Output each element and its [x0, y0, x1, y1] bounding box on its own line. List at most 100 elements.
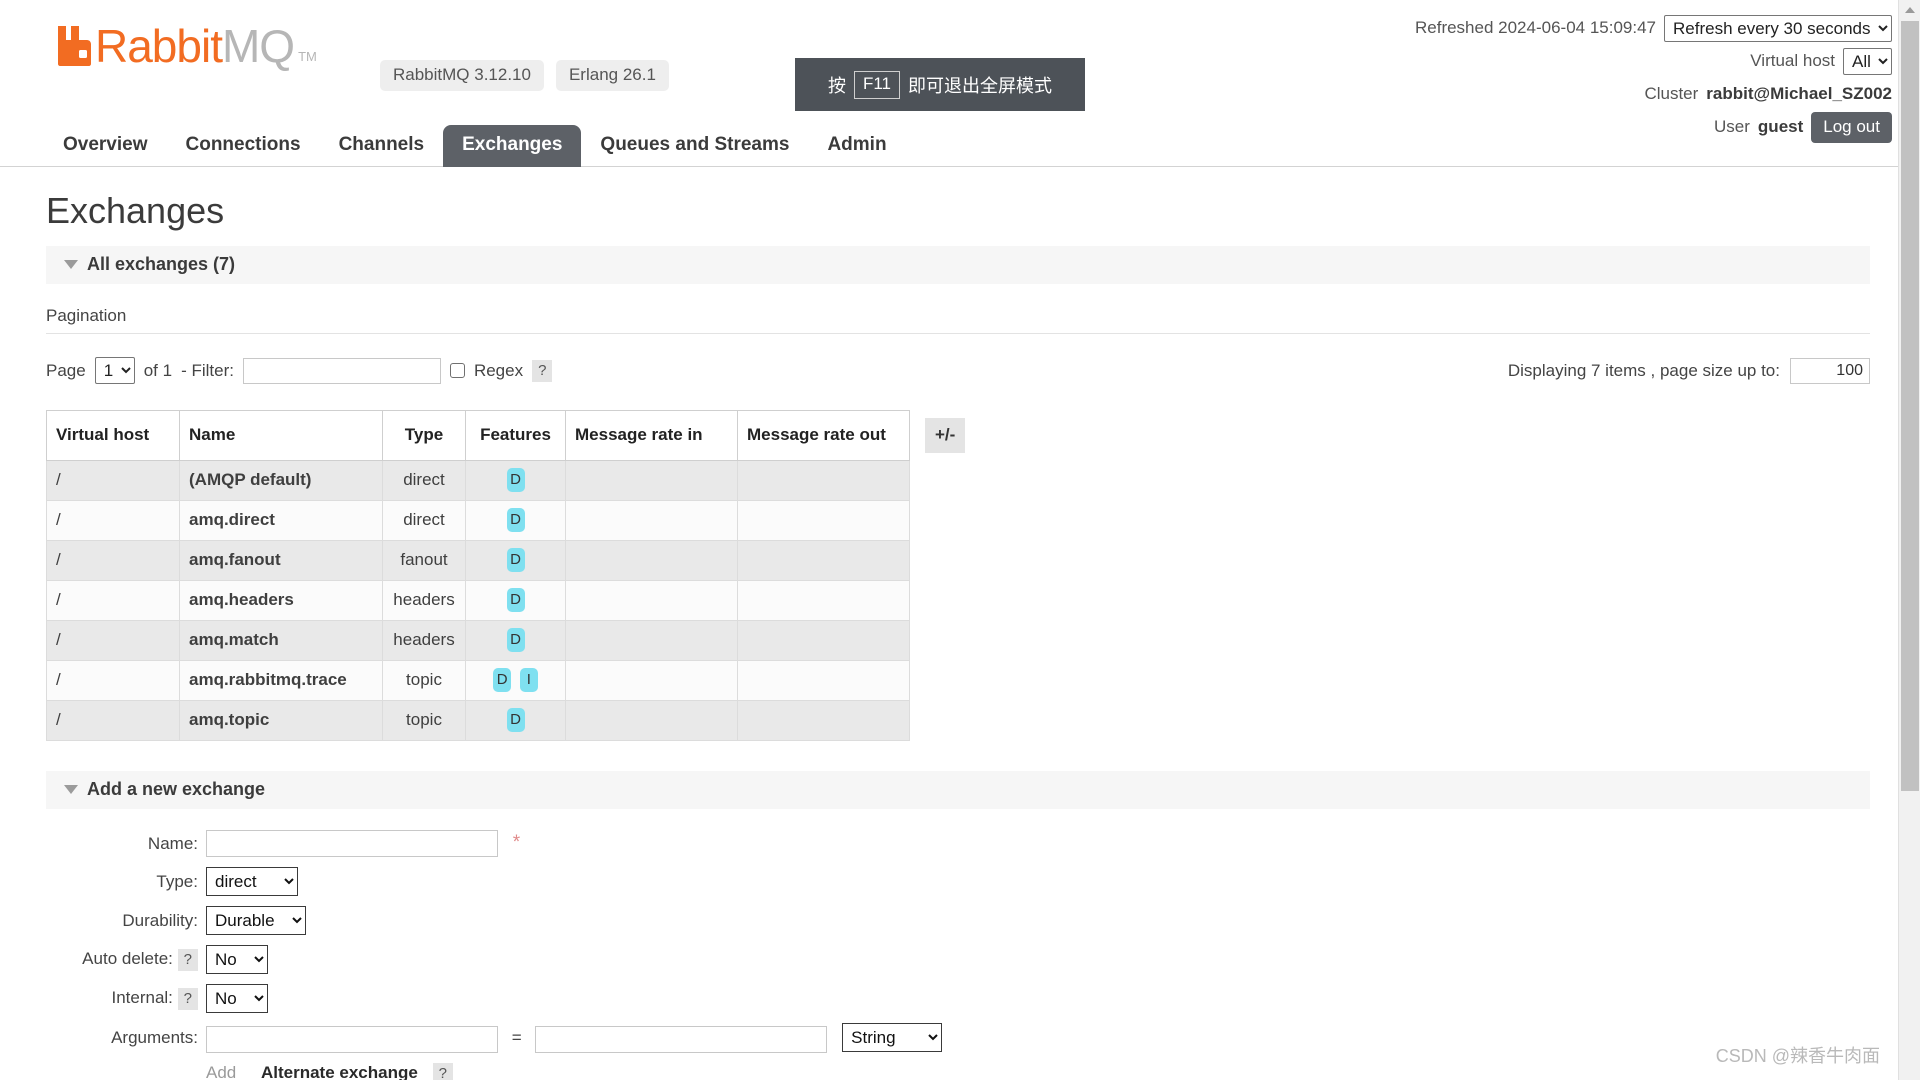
cell-virtual-host: /: [46, 460, 180, 501]
th-name[interactable]: Name: [179, 410, 383, 461]
filter-input[interactable]: [242, 357, 441, 384]
pagination-label: Pagination: [46, 306, 127, 325]
add-exchange-section-header[interactable]: Add a new exchange: [46, 771, 1870, 809]
cell-message-rate-in: [565, 660, 738, 701]
logo-text-rabbit: Rabbit: [95, 20, 223, 72]
page-header: Rabbit MQ TM RabbitMQ 3.12.10 Erlang 26.…: [0, 0, 1920, 170]
cell-name[interactable]: amq.rabbitmq.trace: [179, 660, 383, 701]
auto-delete-select[interactable]: No: [206, 945, 268, 974]
table-header-row: Virtual host Name Type Features Message …: [46, 410, 975, 461]
th-virtual-host[interactable]: Virtual host: [46, 410, 180, 461]
cell-virtual-host: /: [46, 620, 180, 661]
feature-badge-durable: D: [493, 668, 512, 692]
th-features[interactable]: Features: [465, 410, 566, 461]
cell-features: D: [465, 500, 566, 541]
name-field-cell: *: [206, 825, 942, 862]
rabbitmq-logo[interactable]: Rabbit MQ TM: [55, 20, 317, 72]
cell-name[interactable]: (AMQP default): [179, 460, 383, 501]
th-message-rate-out[interactable]: Message rate out: [737, 410, 910, 461]
page-size-input[interactable]: [1790, 357, 1870, 384]
table-row[interactable]: / amq.rabbitmq.trace topic D I: [46, 660, 975, 701]
add-exchange-label: Add a new exchange: [87, 779, 266, 799]
th-type[interactable]: Type: [382, 410, 466, 461]
th-message-rate-in[interactable]: Message rate in: [565, 410, 738, 461]
regex-checkbox[interactable]: [449, 363, 465, 378]
main-navigation: Overview Connections Channels Exchanges …: [0, 125, 1898, 167]
tab-exchanges[interactable]: Exchanges: [443, 125, 582, 167]
cell-name[interactable]: amq.headers: [179, 580, 383, 621]
cluster-row: Cluster rabbit@Michael_SZ002: [1415, 80, 1892, 108]
fullscreen-hint-key: F11: [853, 70, 901, 99]
auto-delete-label-cell: Auto delete: ?: [46, 940, 206, 979]
name-label: Name:: [147, 833, 198, 853]
add-actions-spacer: [46, 1058, 206, 1080]
exchanges-table: Virtual host Name Type Features Message …: [46, 410, 975, 741]
arguments-label: Arguments:: [111, 1027, 198, 1047]
tab-queues-and-streams[interactable]: Queues and Streams: [581, 125, 808, 167]
cell-type: topic: [382, 660, 466, 701]
tab-channels[interactable]: Channels: [320, 125, 444, 167]
alternate-exchange-help-icon[interactable]: ?: [432, 1062, 453, 1080]
page-number-select[interactable]: 1: [94, 357, 135, 384]
tab-admin[interactable]: Admin: [808, 125, 905, 167]
csdn-watermark: CSDN @辣香牛肉面: [1715, 1046, 1880, 1066]
exchange-type-select[interactable]: direct: [206, 867, 298, 896]
scroll-up-arrow-icon[interactable]: [1899, 0, 1920, 20]
refresh-interval-select[interactable]: Refresh every 30 seconds: [1664, 14, 1892, 42]
cell-type: headers: [382, 580, 466, 621]
table-row[interactable]: / amq.fanout fanout D: [46, 540, 975, 581]
fullscreen-exit-hint: 按 F11 即可退出全屏模式: [795, 58, 1085, 111]
cell-message-rate-in: [565, 540, 738, 581]
table-row[interactable]: / amq.match headers D: [46, 620, 975, 661]
argument-type-select[interactable]: String: [842, 1023, 943, 1052]
table-row[interactable]: / amq.headers headers D: [46, 580, 975, 621]
tab-connections[interactable]: Connections: [167, 125, 320, 167]
tab-overview[interactable]: Overview: [44, 125, 167, 167]
rabbitmq-management-page: Rabbit MQ TM RabbitMQ 3.12.10 Erlang 26.…: [0, 0, 1920, 1080]
durability-select[interactable]: Durable: [206, 906, 306, 935]
version-badges: RabbitMQ 3.12.10 Erlang 26.1: [380, 60, 669, 91]
chevron-down-icon: [64, 260, 78, 269]
cell-features: D: [465, 540, 566, 581]
feature-badge-durable: D: [506, 628, 525, 652]
exchanges-table-head: Virtual host Name Type Features Message …: [46, 410, 975, 461]
cell-virtual-host: /: [46, 660, 180, 701]
auto-delete-help-icon[interactable]: ?: [177, 948, 198, 971]
argument-key-input[interactable]: [206, 1025, 498, 1053]
argument-value-input[interactable]: [535, 1025, 828, 1053]
cell-type: direct: [382, 500, 466, 541]
cell-message-rate-in: [565, 500, 738, 541]
cell-name[interactable]: amq.direct: [179, 500, 383, 541]
table-row[interactable]: / amq.direct direct D: [46, 500, 975, 541]
cell-features: D: [465, 620, 566, 661]
cell-spacer: [910, 461, 975, 501]
table-row[interactable]: / amq.topic topic D: [46, 700, 975, 741]
vhost-select[interactable]: All: [1843, 47, 1892, 75]
cell-name[interactable]: amq.topic: [179, 700, 383, 741]
feature-badge-durable: D: [506, 548, 525, 572]
page-word-label: Page: [46, 360, 86, 380]
type-field-cell: direct: [206, 862, 942, 901]
exchange-name-input[interactable]: [206, 830, 498, 857]
badge-erlang-version: Erlang 26.1: [555, 60, 669, 91]
cell-message-rate-in: [565, 620, 738, 661]
cell-name[interactable]: amq.match: [179, 620, 383, 661]
regex-help-icon[interactable]: ?: [532, 359, 553, 382]
cell-name[interactable]: amq.fanout: [179, 540, 383, 581]
cell-message-rate-in: [565, 580, 738, 621]
toggle-columns-button[interactable]: +/-: [925, 417, 966, 453]
table-row[interactable]: / (AMQP default) direct D: [46, 460, 975, 501]
internal-help-icon[interactable]: ?: [177, 987, 198, 1010]
cell-spacer: [910, 661, 975, 701]
cell-message-rate-in: [565, 460, 738, 501]
cell-features: D: [465, 580, 566, 621]
internal-select[interactable]: No: [206, 984, 268, 1013]
scrollbar-thumb[interactable]: [1901, 21, 1919, 791]
fullscreen-hint-prefix: 按: [827, 75, 846, 96]
all-exchanges-section-header[interactable]: All exchanges (7): [46, 246, 1870, 284]
form-row-internal: Internal: ? No: [46, 979, 942, 1018]
refreshed-timestamp: Refreshed 2024-06-04 15:09:47: [1414, 18, 1656, 37]
page-scrollbar[interactable]: [1898, 0, 1920, 1080]
cell-type: direct: [382, 460, 466, 501]
add-argument-link[interactable]: Add: [206, 1063, 256, 1080]
